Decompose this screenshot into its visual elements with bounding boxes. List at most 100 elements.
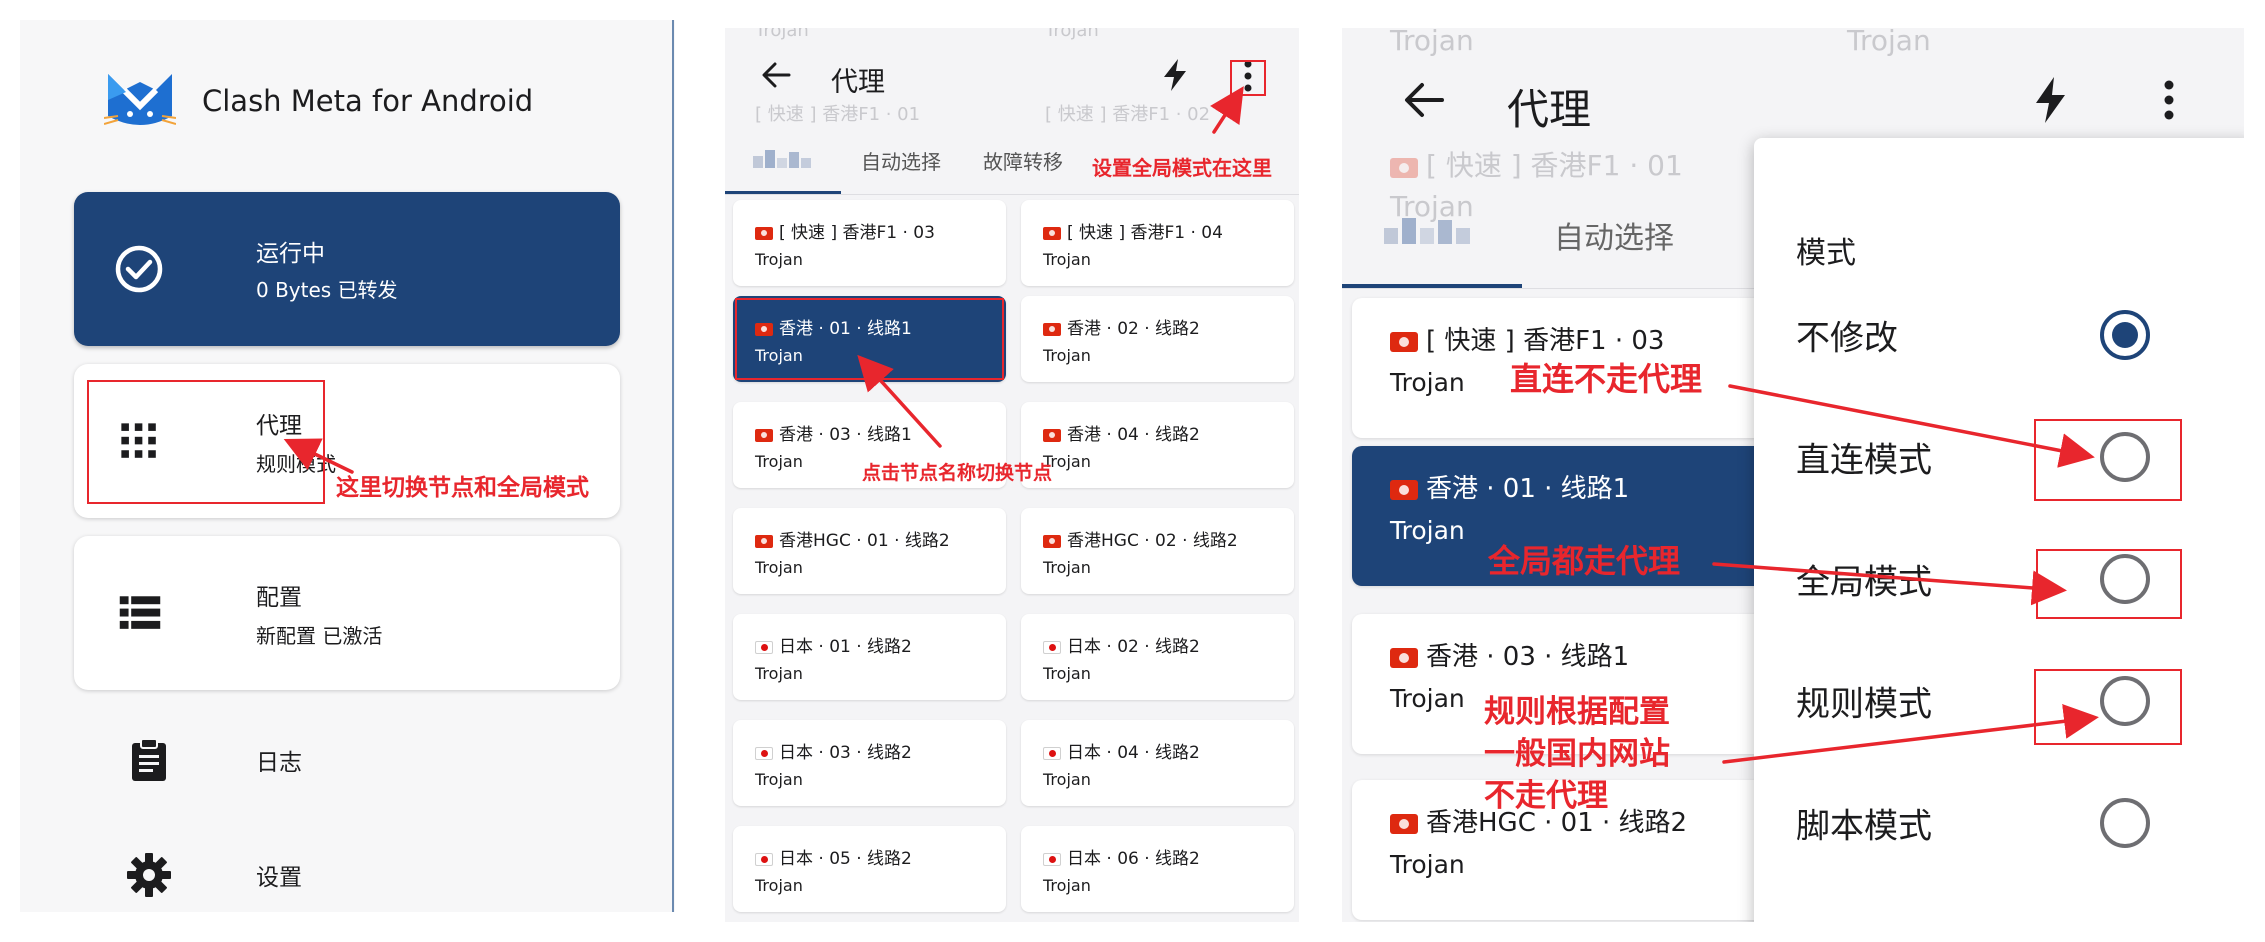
- mode-option-no-change[interactable]: 不修改: [1754, 280, 2244, 390]
- node-card[interactable]: 日本 · 03 · 线路2 Trojan: [733, 720, 1006, 806]
- list-icon: [119, 596, 161, 629]
- tab-auto-select[interactable]: 自动选择: [1554, 213, 1674, 257]
- annotation-menu: 设置全局模式在这里: [1092, 156, 1272, 180]
- clash-cat-logo-icon: [104, 74, 176, 125]
- hk-flag-icon: [755, 227, 773, 240]
- back-arrow-icon[interactable]: [759, 58, 793, 92]
- mode-option-label: 直连模式: [1796, 440, 1932, 481]
- radio-unchecked[interactable]: [2100, 798, 2150, 848]
- node-card[interactable]: 日本 · 06 · 线路2 Trojan: [1021, 826, 1294, 912]
- hk-flag-icon: [1043, 535, 1061, 548]
- nav-logs[interactable]: 日志: [74, 725, 620, 795]
- jp-flag-icon: [755, 747, 773, 760]
- bolt-icon[interactable]: [1160, 58, 1190, 92]
- more-vert-icon[interactable]: [2158, 78, 2180, 122]
- hk-flag-icon: [755, 429, 773, 442]
- node-card[interactable]: 日本 · 02 · 线路2 Trojan: [1021, 614, 1294, 700]
- ghost-text: Trojan: [1045, 28, 1099, 41]
- node-type: Trojan: [1043, 558, 1091, 577]
- node-type: Trojan: [1390, 516, 1465, 545]
- mode-option-label: 不修改: [1796, 318, 1898, 359]
- node-type: Trojan: [1390, 850, 1465, 879]
- annotation-global: 全局都走代理: [1488, 542, 1681, 580]
- tab-auto-select[interactable]: 自动选择: [861, 146, 941, 175]
- node-card[interactable]: [ 快速 ] 香港F1 · 03 Trojan: [733, 200, 1006, 286]
- status-title: 运行中: [256, 241, 325, 267]
- nav-settings[interactable]: 设置: [74, 840, 620, 910]
- node-card[interactable]: 日本 · 01 · 线路2 Trojan: [733, 614, 1006, 700]
- blurred-tab-icon[interactable]: [1384, 214, 1480, 250]
- jp-flag-icon: [1043, 641, 1061, 654]
- tab-failover[interactable]: 故障转移: [983, 146, 1063, 175]
- proxy-mode-menu-screen: Trojan Trojan [ 快速 ] 香港F1 · 01 Trojan 代理…: [1342, 28, 2244, 922]
- hk-flag-icon: [755, 535, 773, 548]
- hk-flag-icon: [1390, 332, 1418, 352]
- mode-option-label: 脚本模式: [1796, 806, 1932, 847]
- node-name: 日本 · 06 · 线路2: [1043, 844, 1200, 869]
- ghost-text: [ 快速 ] 香港F1 · 02: [1045, 104, 1211, 125]
- mode-menu: 模式 不修改 直连模式 全局模式 规则模式 脚本模式: [1754, 138, 2244, 922]
- annotation-box-proxy: [87, 380, 325, 504]
- bolt-icon[interactable]: [2032, 76, 2068, 124]
- blurred-tab-icon[interactable]: [753, 148, 813, 172]
- status-subtitle: 0 Bytes 已转发: [256, 278, 398, 302]
- node-name: 香港HGC · 01 · 线路2: [755, 526, 950, 551]
- annotation-node: 点击节点名称切换节点: [862, 462, 1053, 484]
- jp-flag-icon: [755, 641, 773, 654]
- node-type: Trojan: [755, 876, 803, 895]
- jp-flag-icon: [1043, 853, 1061, 866]
- status-card[interactable]: 运行中 0 Bytes 已转发: [74, 192, 620, 346]
- tab-divider: [725, 194, 1299, 195]
- hk-flag-icon: [1390, 814, 1418, 834]
- annotation-rule-line2: 一般国内网站: [1484, 736, 1670, 772]
- profile-subtitle: 新配置 已激活: [256, 624, 383, 648]
- node-card[interactable]: 香港 · 02 · 线路2 Trojan: [1021, 296, 1294, 382]
- panel-divider: [672, 20, 674, 912]
- hk-flag-icon: [1390, 158, 1418, 178]
- node-type: Trojan: [755, 664, 803, 683]
- annotation-rule-line3: 不走代理: [1484, 778, 1608, 814]
- node-card[interactable]: 日本 · 05 · 线路2 Trojan: [733, 826, 1006, 912]
- node-card[interactable]: [ 快速 ] 香港F1 · 04 Trojan: [1021, 200, 1294, 286]
- node-card[interactable]: 日本 · 04 · 线路2 Trojan: [1021, 720, 1294, 806]
- node-name: 香港 · 03 · 线路1: [1390, 636, 1629, 673]
- annotation-direct: 直连不走代理: [1510, 360, 1703, 398]
- mode-option-script[interactable]: 脚本模式: [1754, 768, 2244, 878]
- node-type: Trojan: [1390, 368, 1465, 397]
- node-type: Trojan: [1043, 664, 1091, 683]
- node-name: [ 快速 ] 香港F1 · 03: [755, 218, 935, 243]
- node-name: 香港 · 04 · 线路2: [1043, 420, 1200, 445]
- profile-card[interactable]: 配置 新配置 已激活: [74, 536, 620, 690]
- annotation-box-rule: [2034, 669, 2182, 745]
- radio-checked[interactable]: [2100, 310, 2150, 360]
- node-card[interactable]: 香港HGC · 01 · 线路2 Trojan: [733, 508, 1006, 594]
- node-type: Trojan: [1043, 250, 1091, 269]
- hk-flag-icon: [1043, 227, 1061, 240]
- node-name: 日本 · 03 · 线路2: [755, 738, 912, 763]
- home-screen: Clash Meta for Android 运行中 0 Bytes 已转发 代…: [20, 20, 675, 912]
- node-name: 香港 · 01 · 线路1: [1390, 468, 1629, 505]
- ghost-text: Trojan: [1390, 28, 1474, 57]
- node-card[interactable]: 香港HGC · 02 · 线路2 Trojan: [1021, 508, 1294, 594]
- gear-icon: [127, 853, 171, 897]
- ghost-text: Trojan: [755, 28, 809, 41]
- page-title: 代理: [831, 67, 885, 98]
- node-type: Trojan: [1390, 684, 1465, 713]
- node-type: Trojan: [1043, 876, 1091, 895]
- app-title: Clash Meta for Android: [202, 84, 534, 118]
- jp-flag-icon: [755, 853, 773, 866]
- node-type: Trojan: [755, 770, 803, 789]
- proxy-screen: Trojan Trojan [ 快速 ] 香港F1 · 01 [ 快速 ] 香港…: [725, 28, 1299, 922]
- annotation-proxy: 这里切换节点和全局模式: [336, 475, 589, 501]
- hk-flag-icon: [1043, 323, 1061, 336]
- logs-label: 日志: [256, 750, 302, 776]
- ghost-text: Trojan: [1847, 28, 1931, 57]
- ghost-text: [ 快速 ] 香港F1 · 01: [1390, 144, 1683, 184]
- node-type: Trojan: [755, 558, 803, 577]
- node-card[interactable]: 香港 · 04 · 线路2 Trojan: [1021, 402, 1294, 488]
- node-name: 香港HGC · 02 · 线路2: [1043, 526, 1238, 551]
- annotation-box-direct: [2034, 419, 2182, 501]
- back-arrow-icon[interactable]: [1402, 78, 1446, 122]
- clipboard-icon: [132, 738, 166, 781]
- check-circle-icon: [115, 245, 163, 293]
